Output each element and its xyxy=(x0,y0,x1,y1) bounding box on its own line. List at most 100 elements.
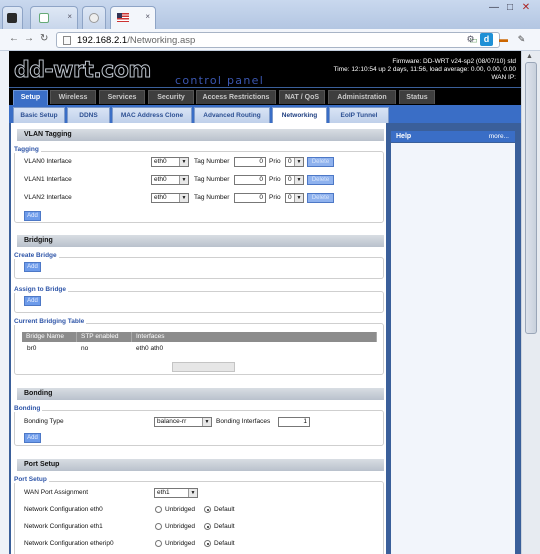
subtab-ddns[interactable]: DDNS xyxy=(67,107,110,123)
interfaces-cell: eth0 ath0 xyxy=(136,345,164,352)
reload-button[interactable]: ↻ xyxy=(40,33,48,45)
help-header: Help more... xyxy=(391,131,515,142)
subtab-basic-setup[interactable]: Basic Setup xyxy=(13,107,65,123)
browser-window: × × — □ ✕ ← → ↻ 192.168.2.1/Networking.asp… xyxy=(0,0,540,554)
prio-label: Prio xyxy=(269,158,281,165)
chevron-down-icon: ▼ xyxy=(179,158,188,166)
default-radio[interactable] xyxy=(204,523,211,530)
refresh-button[interactable] xyxy=(172,362,235,372)
add-bond-button[interactable]: Add xyxy=(24,433,41,443)
unbridged-label: Unbridged xyxy=(165,506,195,513)
page-icon xyxy=(7,13,17,23)
page-icon xyxy=(89,13,99,23)
close-window-button[interactable]: ✕ xyxy=(518,2,534,13)
stp-cell: no xyxy=(81,345,89,352)
logo: dd-wrt.com xyxy=(14,58,152,83)
subtab-mac-address-clone[interactable]: MAC Address Clone xyxy=(112,107,192,123)
browser-tab[interactable] xyxy=(2,6,23,29)
vlan-interface-label: VLAN0 Interface xyxy=(24,158,72,165)
scroll-up-icon[interactable]: ▲ xyxy=(526,53,533,60)
delete-button[interactable]: Delete xyxy=(307,157,334,167)
scrollbar-thumb[interactable] xyxy=(525,62,537,334)
unbridged-label: Unbridged xyxy=(165,540,195,547)
bonding-type-select[interactable]: balance-rr ▼ xyxy=(154,417,212,427)
address-bar[interactable]: 192.168.2.1/Networking.asp ▭ ☆ xyxy=(56,32,500,48)
network-config-label: Network Configuration eth0 xyxy=(24,506,103,513)
default-label: Default xyxy=(214,506,235,513)
help-more-link[interactable]: more... xyxy=(489,131,509,142)
delete-button[interactable]: Delete xyxy=(307,175,334,185)
assign-bridge-fieldset: Assign to Bridge Add xyxy=(14,286,384,313)
unbridged-radio[interactable] xyxy=(155,506,162,513)
delete-button[interactable]: Delete xyxy=(307,193,334,203)
back-button[interactable]: ← xyxy=(9,33,19,45)
url-text[interactable]: 192.168.2.1/Networking.asp xyxy=(77,35,195,46)
prio-label: Prio xyxy=(269,194,281,201)
browser-tab-active[interactable]: × xyxy=(110,6,156,29)
browser-tab[interactable] xyxy=(82,6,106,29)
add-vlan-button[interactable]: Add xyxy=(24,211,41,221)
tag-number-input[interactable]: 0 xyxy=(234,175,266,185)
tab-nat-qos[interactable]: NAT / QoS xyxy=(279,90,325,104)
close-icon[interactable]: × xyxy=(67,12,72,21)
forward-button[interactable]: → xyxy=(24,33,34,45)
section-bridging: Bridging xyxy=(17,235,384,247)
tag-number-input[interactable]: 0 xyxy=(234,193,266,203)
section-port-setup: Port Setup xyxy=(17,459,384,471)
browser-tab[interactable]: × xyxy=(30,6,78,29)
vlan-interface-label: VLAN1 Interface xyxy=(24,176,72,183)
tag-number-label: Tag Number xyxy=(194,176,230,183)
window-controls: — □ ✕ xyxy=(486,2,534,13)
bonding-interfaces-label: Bonding Interfaces xyxy=(216,418,271,425)
subtab-networking[interactable]: Networking xyxy=(272,107,327,123)
add-assignment-button[interactable]: Add xyxy=(24,296,41,306)
tab-administration[interactable]: Administration xyxy=(328,90,396,104)
default-radio[interactable] xyxy=(204,506,211,513)
column-header: Bridge Name xyxy=(22,332,77,342)
wan-port-select[interactable]: eth1 ▼ xyxy=(154,488,198,498)
maximize-button[interactable]: □ xyxy=(502,2,518,13)
subtab-advanced-routing[interactable]: Advanced Routing xyxy=(194,107,270,123)
add-bridge-button[interactable]: Add xyxy=(24,262,41,272)
prio-select[interactable]: 0 ▼ xyxy=(285,193,304,203)
prio-select[interactable]: 0 ▼ xyxy=(285,175,304,185)
extension-d-icon[interactable]: d xyxy=(480,33,493,46)
bonding-fieldset: Bonding Bonding Type balance-rr ▼ Bonding… xyxy=(14,405,384,446)
default-radio[interactable] xyxy=(204,540,211,547)
tab-setup[interactable]: Setup xyxy=(13,90,48,105)
vlan-interface-select[interactable]: eth0 ▼ xyxy=(151,193,189,203)
vlan-interface-select[interactable]: eth0 ▼ xyxy=(151,175,189,185)
subtab-eoip-tunnel[interactable]: EoIP Tunnel xyxy=(329,107,389,123)
tab-status[interactable]: Status xyxy=(399,90,435,104)
wrench-icon[interactable]: ✎ xyxy=(515,33,528,46)
bonding-interfaces-input[interactable]: 1 xyxy=(278,417,310,427)
tab-security[interactable]: Security xyxy=(148,90,194,104)
create-bridge-legend: Create Bridge xyxy=(14,252,59,259)
tab-wireless[interactable]: Wireless xyxy=(50,90,96,104)
chevron-down-icon: ▼ xyxy=(294,176,303,184)
tab-access-restrictions[interactable]: Access Restrictions xyxy=(196,90,276,104)
flag-icon xyxy=(117,13,129,22)
tab-services[interactable]: Services xyxy=(99,90,145,104)
vlan-interface-select[interactable]: eth0 ▼ xyxy=(151,157,189,167)
prio-select[interactable]: 0 ▼ xyxy=(285,157,304,167)
network-config-label: Network Configuration etherip0 xyxy=(24,540,114,547)
bonding-legend: Bonding xyxy=(14,405,43,412)
extension-icon[interactable]: ⚙ xyxy=(464,33,477,46)
unbridged-radio[interactable] xyxy=(155,523,162,530)
content-panel: VLAN Tagging Tagging VLAN0 Interface eth… xyxy=(11,123,386,554)
tag-number-label: Tag Number xyxy=(194,194,230,201)
chevron-down-icon: ▼ xyxy=(188,489,197,497)
scrollbar[interactable]: ▲ xyxy=(521,51,540,554)
tag-number-input[interactable]: 0 xyxy=(234,157,266,167)
minimize-button[interactable]: — xyxy=(486,2,502,13)
bridge-name-cell: br0 xyxy=(27,345,37,352)
close-icon[interactable]: × xyxy=(145,12,150,21)
vlan-interface-label: VLAN2 Interface xyxy=(24,194,72,201)
assign-bridge-legend: Assign to Bridge xyxy=(14,286,69,293)
header: dd-wrt.com control panel Firmware: DD-WR… xyxy=(9,51,521,87)
extension-icon[interactable]: ▬ xyxy=(497,33,510,46)
sub-tabs: Basic Setup DDNS MAC Address Clone Advan… xyxy=(9,105,521,123)
tagging-fieldset: Tagging VLAN0 Interface eth0 ▼ Tag Number… xyxy=(14,146,384,223)
unbridged-radio[interactable] xyxy=(155,540,162,547)
